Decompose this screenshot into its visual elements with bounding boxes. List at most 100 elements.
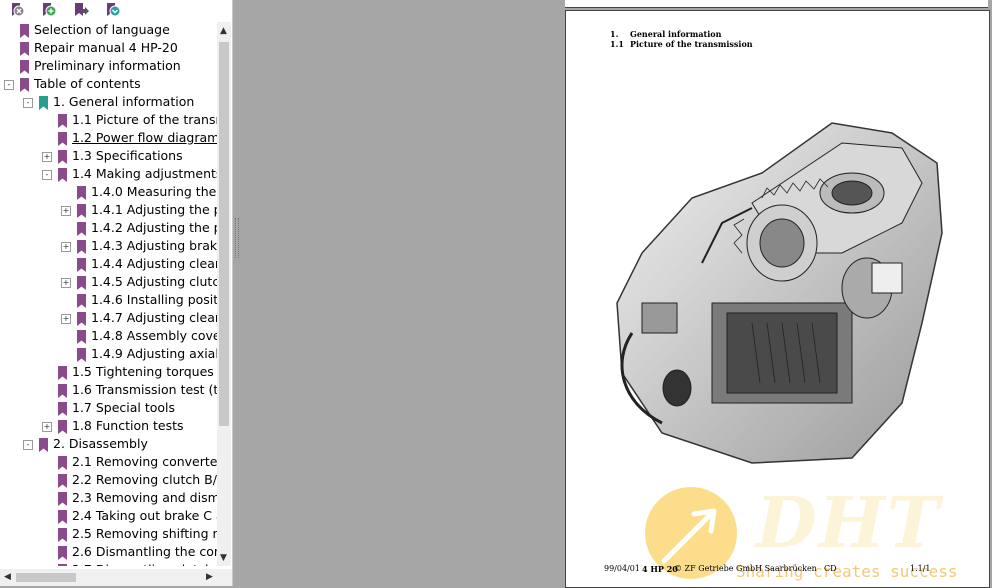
collapse-toggle-icon[interactable]: - [4,80,14,90]
tree-item[interactable]: +1.3 Specifications [0,147,217,165]
bookmark-icon [77,311,86,326]
tree-item-label: 2.5 Removing shifting m [72,526,217,541]
bookmark-icon [58,509,67,524]
bookmark-icon [58,131,67,146]
tree-item-label: 1.4.1 Adjusting the p [91,202,217,217]
bookmark-icon [20,77,29,92]
tree-item[interactable]: 2.2 Removing clutch B/E [0,471,217,489]
scroll-up-icon[interactable]: ▲ [220,26,227,36]
bookmark-icon [58,419,67,434]
tree-item[interactable]: - 1. General information [0,93,217,111]
bookmark-icon [77,329,86,344]
bookmark-icon [58,455,67,470]
expand-toggle-icon[interactable]: + [42,422,52,432]
document-page: 1. General information 1.1 Picture of th… [565,10,990,588]
tree-item[interactable]: 1.4.4 Adjusting cleara [0,255,217,273]
bookmark-icon [77,221,86,236]
bookmark-icon [77,185,86,200]
expand-bookmark-icon[interactable] [105,2,121,18]
tree-item-label: 1.4.8 Assembly cover [91,328,217,343]
tree-item[interactable]: 1.6 Transmission test (tes [0,381,217,399]
tree-item[interactable]: +1.4.1 Adjusting the p [0,201,217,219]
tree-item[interactable]: - Table of contents [0,75,217,93]
tree-item[interactable]: +1.4.3 Adjusting brake [0,237,217,255]
tree-item[interactable]: +1.8 Function tests [0,417,217,435]
expand-toggle-icon[interactable]: + [61,314,71,324]
tree-item-label: 2.7 Dismantling clutch B [72,562,217,566]
tree-item-label: 1.4 Making adjustments [72,166,217,181]
tree-item-label: 1.4.4 Adjusting cleara [91,256,217,271]
tree-item-label: 1.3 Specifications [72,148,183,163]
tree-vertical-scroll-thumb[interactable] [219,42,229,426]
collapse-toggle-icon[interactable]: - [23,98,33,108]
tree-item[interactable]: 2.6 Dismantling the conv [0,543,217,561]
collapse-toggle-icon[interactable]: - [42,170,52,180]
scroll-down-icon[interactable]: ▼ [220,553,227,563]
tree-item[interactable]: 1.4.2 Adjusting the p [0,219,217,237]
tree-item[interactable]: 1.4.6 Installing positi [0,291,217,309]
tree-item-label: 1.6 Transmission test (tes [72,382,217,397]
scroll-right-icon[interactable]: ▶ [206,572,213,582]
tree-item-label: 1. General information [53,94,195,109]
tree-item-label: 2.6 Dismantling the conv [72,544,217,559]
tree-item[interactable]: - 1.4 Making adjustments [0,165,217,183]
tree-item-label: 2. Disassembly [53,436,148,451]
tree-item[interactable]: 2.3 Removing and disma [0,489,217,507]
heading-number: 1. [610,29,619,39]
goto-bookmark-icon[interactable] [73,2,89,18]
bookmark-icon [20,41,29,56]
bookmark-icon [58,167,67,182]
tree-item-label: 1.4.3 Adjusting brake [91,238,217,253]
bookmark-icon [39,437,48,452]
bookmark-icon [58,473,67,488]
subheading-number: 1.1 [610,39,624,49]
tree-item[interactable]: 1.2 Power flow diagram [0,129,217,147]
tree-item[interactable]: 2.7 Dismantling clutch B [0,561,217,566]
tree-vertical-scrollbar[interactable]: ▲ ▼ [217,22,231,566]
scroll-left-icon[interactable]: ◀ [4,572,11,582]
tree-item-label: 1.4.9 Adjusting axial [91,346,217,361]
tree-item-label: 1.4.5 Adjusting clutc [91,274,217,289]
tree-item[interactable]: 2.1 Removing converter, [0,453,217,471]
bookmark-icon [20,59,29,74]
bookmark-icon [77,275,86,290]
collapse-toggle-icon[interactable]: - [23,440,33,450]
tree-item[interactable]: Selection of language [0,21,217,39]
expand-toggle-icon[interactable]: + [61,242,71,252]
bookmark-icon [58,113,67,128]
tree-item-label: Preliminary information [34,58,181,73]
tree-item-label: 1.4.2 Adjusting the p [91,220,217,235]
footer-model: 4 HP 20 [642,564,678,574]
tree-item[interactable]: 1.7 Special tools [0,399,217,417]
tree-item[interactable]: 1.4.9 Adjusting axial [0,345,217,363]
tree-item[interactable]: 1.4.0 Measuring the c [0,183,217,201]
bookmark-icon [39,95,48,110]
tree-item-label: Selection of language [34,22,170,37]
tree-item[interactable]: +1.4.5 Adjusting clutc [0,273,217,291]
tree-item[interactable]: 2.4 Taking out brake C a [0,507,217,525]
expand-toggle-icon[interactable]: + [42,152,52,162]
tree-item[interactable]: 2.5 Removing shifting m [0,525,217,543]
tree-item[interactable]: - 2. Disassembly [0,435,217,453]
bookmark-icon [58,383,67,398]
tree-horizontal-scrollbar[interactable]: ◀ ▶ [0,569,232,586]
tree-item[interactable]: +1.4.7 Adjusting cleara [0,309,217,327]
tree-item-label: 1.1 Picture of the transm [72,112,217,127]
add-bookmark-icon[interactable] [41,2,57,18]
tree-item-label: Table of contents [34,76,141,91]
tree-item[interactable]: 1.4.8 Assembly cover [0,327,217,345]
tree-item[interactable]: Repair manual 4 HP-20 [0,39,217,57]
panel-splitter[interactable] [233,0,239,586]
tree-item[interactable]: 1.5 Tightening torques [0,363,217,381]
footer-page-number: 1.1/1 [910,564,931,573]
expand-toggle-icon[interactable]: + [61,206,71,216]
tree-item[interactable]: Preliminary information [0,57,217,75]
expand-toggle-icon[interactable]: + [61,278,71,288]
tree-item-label: 2.3 Removing and disma [72,490,217,505]
tree-item-label: Repair manual 4 HP-20 [34,40,178,55]
tree-item-label: 2.4 Taking out brake C a [72,508,217,523]
tree-horizontal-scroll-thumb[interactable] [16,573,76,582]
collapse-all-icon[interactable] [10,2,26,18]
tree-item[interactable]: 1.1 Picture of the transm [0,111,217,129]
page-subheading: Picture of the transmission [630,39,753,49]
